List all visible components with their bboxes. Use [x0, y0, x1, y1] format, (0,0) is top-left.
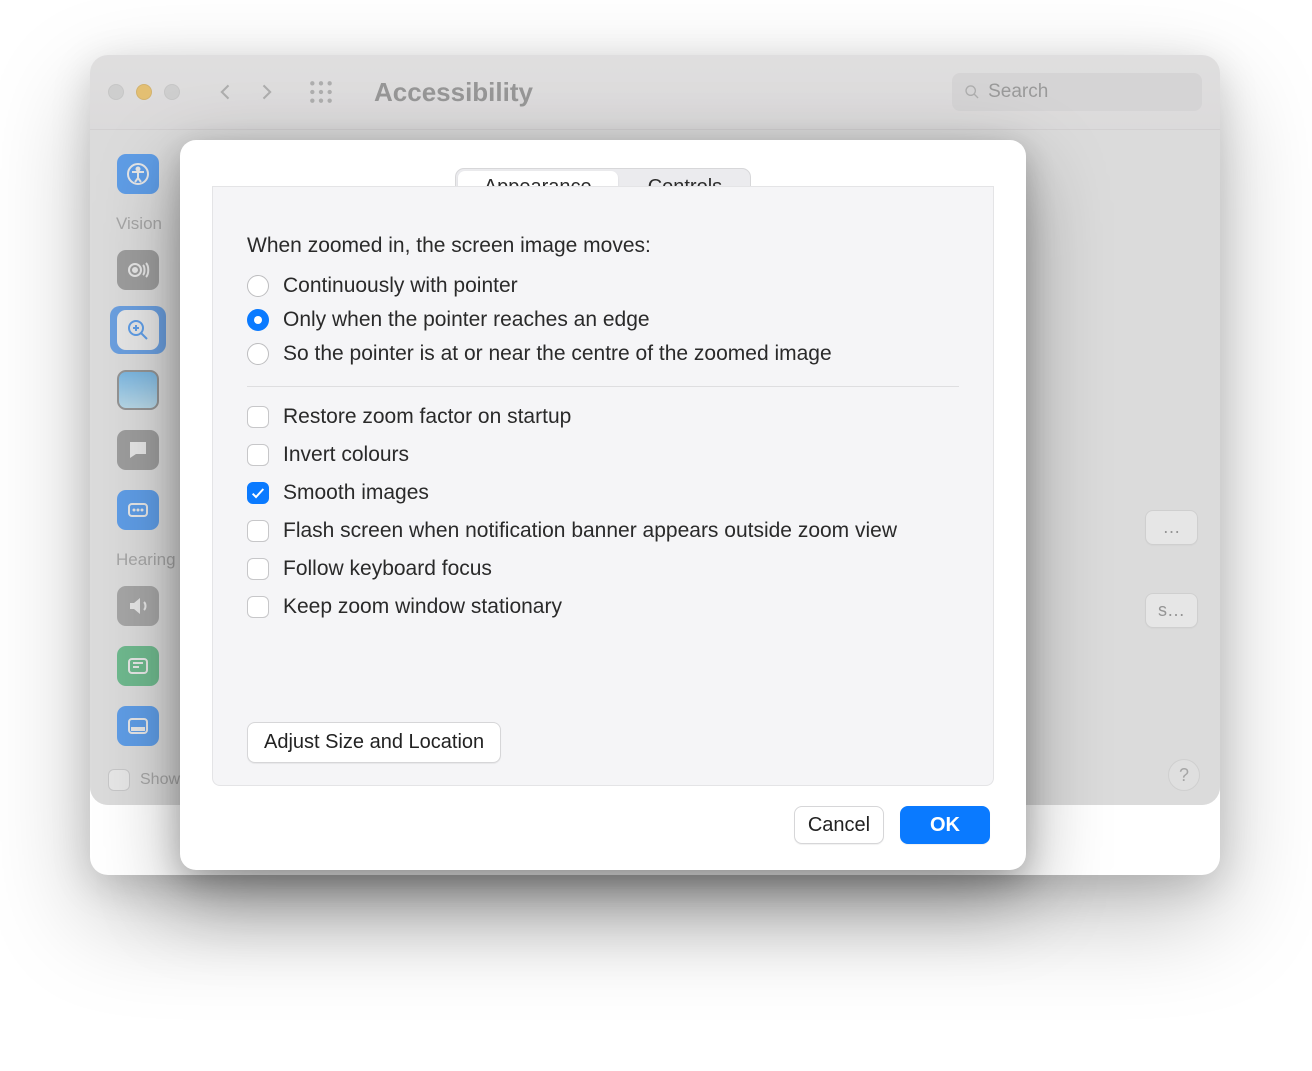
check-label: Invert colours: [283, 443, 409, 467]
movement-radio-group: Continuously with pointer Only when the …: [247, 274, 959, 366]
radio-edge[interactable]: Only when the pointer reaches an edge: [247, 308, 959, 332]
radio-icon: [247, 309, 269, 331]
radio-continuously[interactable]: Continuously with pointer: [247, 274, 959, 298]
check-follow-keyboard[interactable]: Follow keyboard focus: [247, 557, 959, 581]
check-invert-colours[interactable]: Invert colours: [247, 443, 959, 467]
section-title: When zoomed in, the screen image moves:: [247, 234, 959, 258]
radio-icon: [247, 343, 269, 365]
checkbox-icon: [247, 520, 269, 542]
ok-button[interactable]: OK: [900, 806, 990, 844]
check-flash-screen[interactable]: Flash screen when notification banner ap…: [247, 519, 959, 543]
adjust-size-location-button[interactable]: Adjust Size and Location: [247, 722, 501, 763]
check-label: Restore zoom factor on startup: [283, 405, 571, 429]
sheet-body: When zoomed in, the screen image moves: …: [212, 186, 994, 786]
check-keep-window-stationary[interactable]: Keep zoom window stationary: [247, 595, 959, 619]
radio-label: So the pointer is at or near the centre …: [283, 342, 832, 366]
checkbox-icon: [247, 406, 269, 428]
check-label: Smooth images: [283, 481, 429, 505]
zoom-advanced-sheet: Appearance Controls When zoomed in, the …: [180, 140, 1026, 870]
check-smooth-images[interactable]: Smooth images: [247, 481, 959, 505]
radio-label: Only when the pointer reaches an edge: [283, 308, 650, 332]
check-restore-zoom[interactable]: Restore zoom factor on startup: [247, 405, 959, 429]
checkmark-icon: [250, 485, 266, 501]
checkbox-icon: [247, 482, 269, 504]
checkbox-icon: [247, 596, 269, 618]
divider: [247, 386, 959, 387]
radio-label: Continuously with pointer: [283, 274, 518, 298]
radio-icon: [247, 275, 269, 297]
checkbox-icon: [247, 444, 269, 466]
checkbox-icon: [247, 558, 269, 580]
check-label: Follow keyboard focus: [283, 557, 492, 581]
options-check-group: Restore zoom factor on startup Invert co…: [247, 405, 959, 619]
check-label: Keep zoom window stationary: [283, 595, 562, 619]
cancel-button[interactable]: Cancel: [794, 806, 884, 844]
check-label: Flash screen when notification banner ap…: [283, 519, 897, 543]
radio-centre[interactable]: So the pointer is at or near the centre …: [247, 342, 959, 366]
sheet-footer: Cancel OK: [180, 806, 1026, 870]
